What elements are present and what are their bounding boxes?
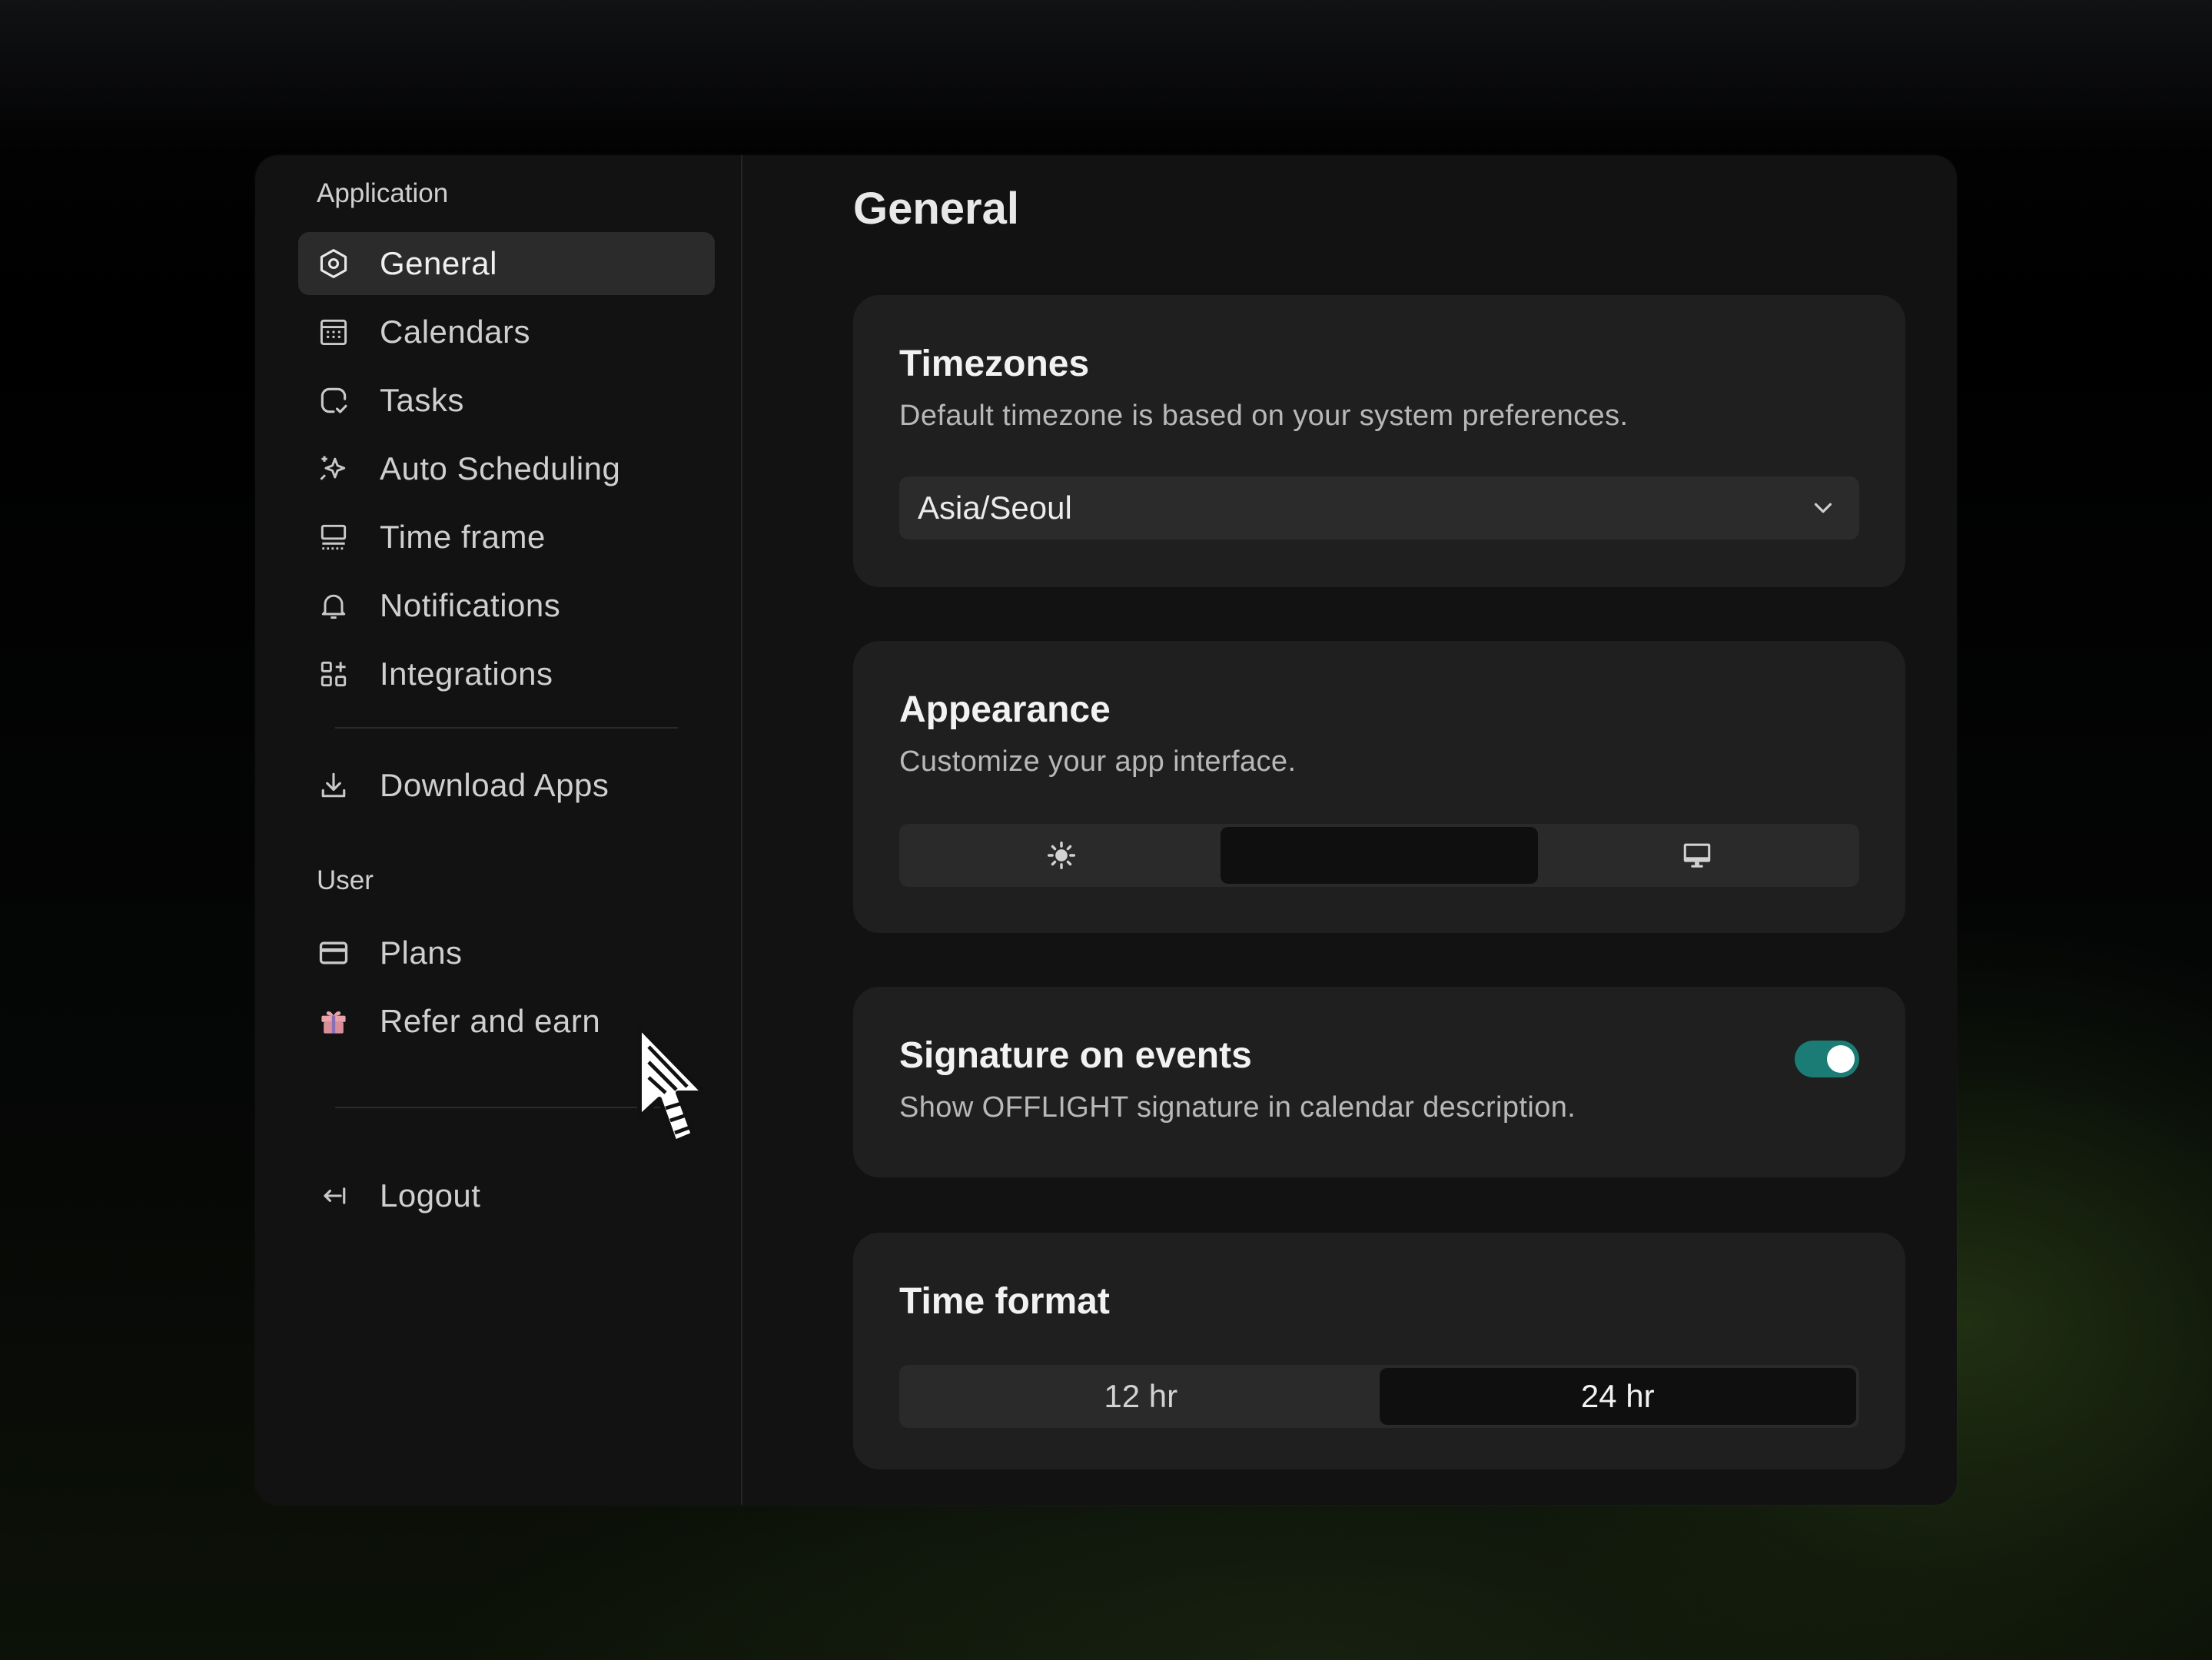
appearance-system-option[interactable] — [1538, 827, 1856, 884]
grid-plus-icon — [317, 657, 350, 691]
sidebar-item-label: Logout — [380, 1177, 481, 1213]
credit-card-icon — [317, 936, 350, 970]
sidebar-item-time-frame[interactable]: Time frame — [298, 506, 715, 569]
time-format-card: Time format 12 hr 24 hr — [853, 1233, 1905, 1469]
appearance-description: Customize your app interface. — [899, 745, 1297, 778]
timezones-description: Default timezone is based on your system… — [899, 400, 1629, 432]
sidebar-item-download-apps[interactable]: Download Apps — [298, 754, 715, 817]
sun-icon — [1047, 841, 1075, 870]
sidebar-item-label: Time frame — [380, 519, 546, 555]
section-label-application: Application — [317, 178, 449, 208]
timezones-title: Timezones — [899, 344, 1090, 384]
sidebar-item-notifications[interactable]: Notifications — [298, 574, 715, 637]
sidebar-item-plans[interactable]: Plans — [298, 921, 715, 984]
timezone-select-value: Asia/Seoul — [918, 490, 1072, 526]
time-format-12hr-option[interactable]: 12 hr — [902, 1368, 1380, 1425]
settings-window: Application General Calendars Tasks Auto… — [255, 155, 1957, 1505]
sidebar-item-auto-scheduling[interactable]: Auto Scheduling — [298, 437, 715, 500]
appearance-light-option[interactable] — [902, 827, 1221, 884]
time-format-selector: 12 hr 24 hr — [899, 1365, 1859, 1428]
sidebar-item-label: Plans — [380, 935, 463, 971]
time-format-title: Time format — [899, 1281, 1110, 1322]
sidebar-item-label: Notifications — [380, 587, 561, 623]
download-icon — [317, 769, 350, 802]
sidebar-divider — [335, 1107, 678, 1108]
appearance-dark-option[interactable] — [1220, 827, 1539, 884]
mouse-cursor-icon — [637, 1024, 706, 1144]
sidebar-item-integrations[interactable]: Integrations — [298, 642, 715, 706]
sidebar-item-general[interactable]: General — [298, 232, 715, 295]
sidebar-item-logout[interactable]: Logout — [298, 1164, 715, 1227]
toggle-knob — [1827, 1045, 1855, 1073]
moon-icon — [1376, 843, 1388, 868]
sparkles-icon — [317, 452, 350, 486]
sidebar: Application General Calendars Tasks Auto… — [255, 155, 742, 1505]
page-title: General — [853, 184, 1019, 234]
hexagon-settings-icon — [317, 247, 350, 281]
sidebar-item-label: General — [380, 245, 497, 281]
timezone-select[interactable]: Asia/Seoul — [899, 476, 1859, 540]
appearance-card: Appearance Customize your app interface. — [853, 641, 1905, 933]
calendar-icon — [317, 315, 350, 349]
gift-icon — [317, 1004, 350, 1038]
sidebar-item-calendars[interactable]: Calendars — [298, 300, 715, 364]
signature-card: Signature on events Show OFFLIGHT signat… — [853, 987, 1905, 1177]
sidebar-item-label: Auto Scheduling — [380, 450, 621, 486]
sidebar-item-label: Integrations — [380, 656, 553, 692]
monitor-icon — [1683, 843, 1711, 868]
bell-icon — [317, 589, 350, 622]
sidebar-item-label: Tasks — [380, 382, 464, 418]
signature-toggle[interactable] — [1795, 1041, 1859, 1077]
logout-icon — [317, 1179, 350, 1213]
sidebar-item-tasks[interactable]: Tasks — [298, 369, 715, 432]
sidebar-item-label: Download Apps — [380, 767, 609, 803]
section-label-user: User — [317, 865, 374, 895]
sidebar-item-label: Refer and earn — [380, 1003, 601, 1039]
time-frame-icon — [317, 520, 350, 554]
timezones-card: Timezones Default timezone is based on y… — [853, 295, 1905, 587]
signature-description: Show OFFLIGHT signature in calendar desc… — [899, 1091, 1576, 1124]
time-format-24hr-option[interactable]: 24 hr — [1379, 1368, 1856, 1425]
appearance-title: Appearance — [899, 689, 1111, 730]
appearance-mode-selector — [899, 824, 1859, 887]
task-check-icon — [317, 383, 350, 417]
signature-title: Signature on events — [899, 1035, 1252, 1076]
sidebar-divider — [335, 727, 678, 729]
chevron-down-icon — [1814, 503, 1832, 513]
sidebar-item-label: Calendars — [380, 314, 530, 350]
